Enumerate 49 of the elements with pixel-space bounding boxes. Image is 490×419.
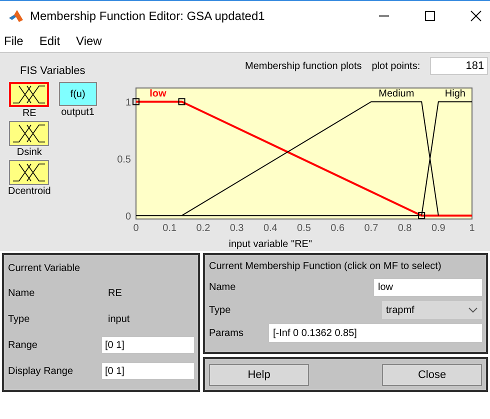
plot-title: Membership function plots	[245, 60, 362, 72]
input-field[interactable]: low	[374, 278, 482, 296]
type-dropdown[interactable]: trapmf	[382, 301, 482, 319]
tick-label: 1	[125, 98, 131, 109]
field-label: plot points:	[372, 60, 420, 72]
dialog-button[interactable]: Close	[382, 364, 482, 386]
tick-label: 0.3	[230, 223, 244, 234]
field-label: Display Range	[8, 366, 74, 376]
tick-label: 0	[125, 212, 131, 223]
field-label: Type	[8, 314, 31, 324]
variable-label: output1	[61, 107, 94, 118]
menu-item[interactable]: File	[4, 34, 24, 48]
field-label: Params	[209, 328, 244, 338]
tick-label: 0.4	[263, 223, 278, 234]
variable-label: RE	[22, 108, 36, 119]
mf-label[interactable]: Medium	[378, 88, 414, 100]
variable-label: Dsink	[16, 147, 42, 158]
mf-label[interactable]: low	[150, 88, 166, 100]
dialog-button[interactable]: Help	[209, 364, 309, 386]
tick-label: 0.1	[162, 223, 177, 234]
mf-label[interactable]: High	[444, 88, 466, 100]
params-field[interactable]: [-Inf 0 0.1362 0.85]	[269, 324, 482, 342]
menu-item[interactable]: View	[76, 34, 102, 48]
section-title: FIS Variables	[19, 64, 86, 77]
plot-points-field[interactable]: 181	[430, 57, 488, 75]
panel-title: Current Membership Function (click on MF to select)	[209, 260, 442, 274]
tick-label: 0.5	[117, 154, 131, 166]
tick-label: 0	[133, 223, 139, 234]
panel-title: Current Variable	[8, 262, 82, 276]
field-label: Range	[8, 340, 38, 350]
output-block[interactable]: f(u)	[58, 82, 97, 106]
input-field[interactable]: [0 1]	[102, 363, 194, 379]
field-label: Name	[8, 288, 36, 298]
input-field[interactable]: [0 1]	[102, 337, 194, 353]
tick-label: 0.8	[398, 223, 412, 234]
variable-label: Dcentroid	[8, 186, 51, 197]
tick-label: 0.7	[364, 223, 378, 234]
axis-label: input variable "RE"	[228, 239, 312, 250]
window-title: Membership Function Editor: GSA updated1	[30, 8, 265, 22]
tick-label: 0.6	[330, 223, 345, 234]
tick-label: 0.2	[196, 223, 210, 234]
field-value: RE	[108, 288, 122, 298]
tick-label: 1	[469, 223, 475, 234]
field-value: input	[108, 314, 130, 324]
tick-label: 0.9	[431, 223, 446, 234]
tick-label: 0.5	[297, 223, 311, 234]
menu-item[interactable]: Edit	[39, 34, 60, 48]
field-label: Type	[209, 304, 232, 316]
field-label: Name	[209, 282, 237, 292]
